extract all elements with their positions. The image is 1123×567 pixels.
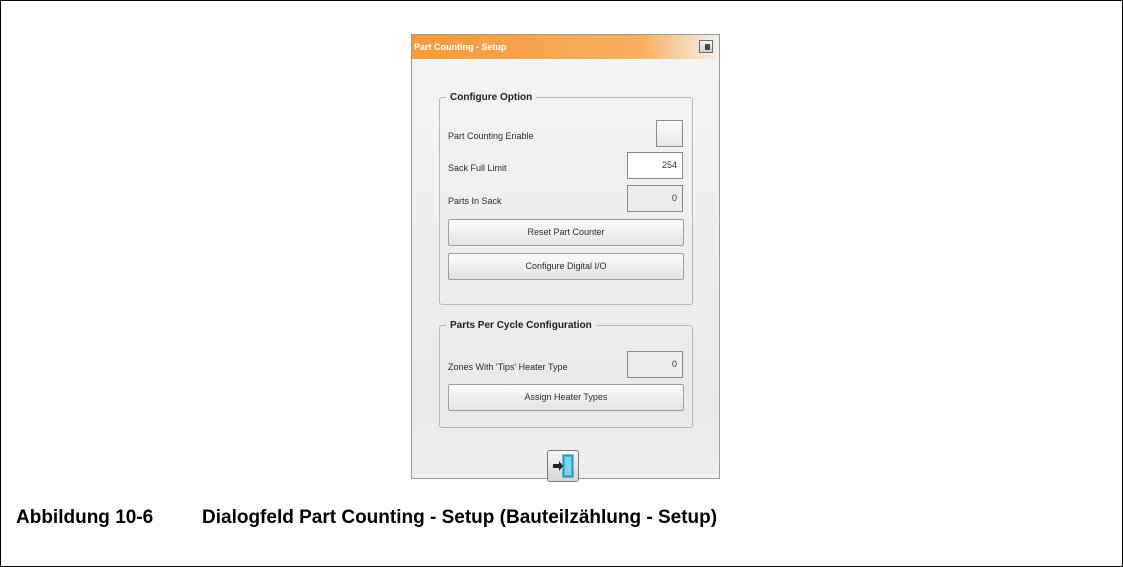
parts-in-sack-field: 0	[627, 185, 683, 212]
sack-full-limit-field[interactable]: 254	[627, 152, 683, 179]
configure-option-legend: Configure Option	[450, 92, 533, 103]
dialog-title: Part Counting - Setup	[414, 42, 507, 52]
configure-option-group: Configure Option Part Counting Enable Sa…	[439, 92, 693, 305]
reset-part-counter-button[interactable]: Reset Part Counter	[448, 219, 684, 246]
figure-caption: Abbildung 10-6 Dialogfeld Part Counting -…	[16, 507, 717, 529]
parts-per-cycle-legend: Parts Per Cycle Configuration	[450, 320, 592, 331]
zones-tips-heater-label: Zones With 'Tips' Heater Type	[448, 362, 568, 372]
assign-heater-types-button[interactable]: Assign Heater Types	[448, 384, 684, 411]
part-counting-enable-label: Part Counting Enable	[448, 131, 534, 141]
exit-door-icon	[553, 454, 574, 478]
configure-digital-io-button[interactable]: Configure Digital I/O	[448, 253, 684, 280]
part-counting-enable-checkbox[interactable]	[656, 120, 683, 147]
part-counting-setup-dialog: Part Counting - Setup Configure Option P…	[411, 34, 720, 482]
parts-per-cycle-group: Parts Per Cycle Configuration Zones With…	[439, 320, 693, 428]
dialog-title-bar: Part Counting - Setup	[412, 35, 719, 59]
zones-tips-heater-field: 0	[627, 351, 683, 378]
sack-full-limit-label: Sack Full Limit	[448, 163, 507, 173]
exit-button[interactable]	[547, 450, 579, 482]
figure-number: Abbildung 10-6	[16, 507, 154, 528]
figure-caption-text: Dialogfeld Part Counting - Setup (Bautei…	[202, 507, 718, 528]
parts-in-sack-label: Parts In Sack	[448, 196, 502, 206]
window-lock-icon[interactable]	[699, 40, 713, 53]
